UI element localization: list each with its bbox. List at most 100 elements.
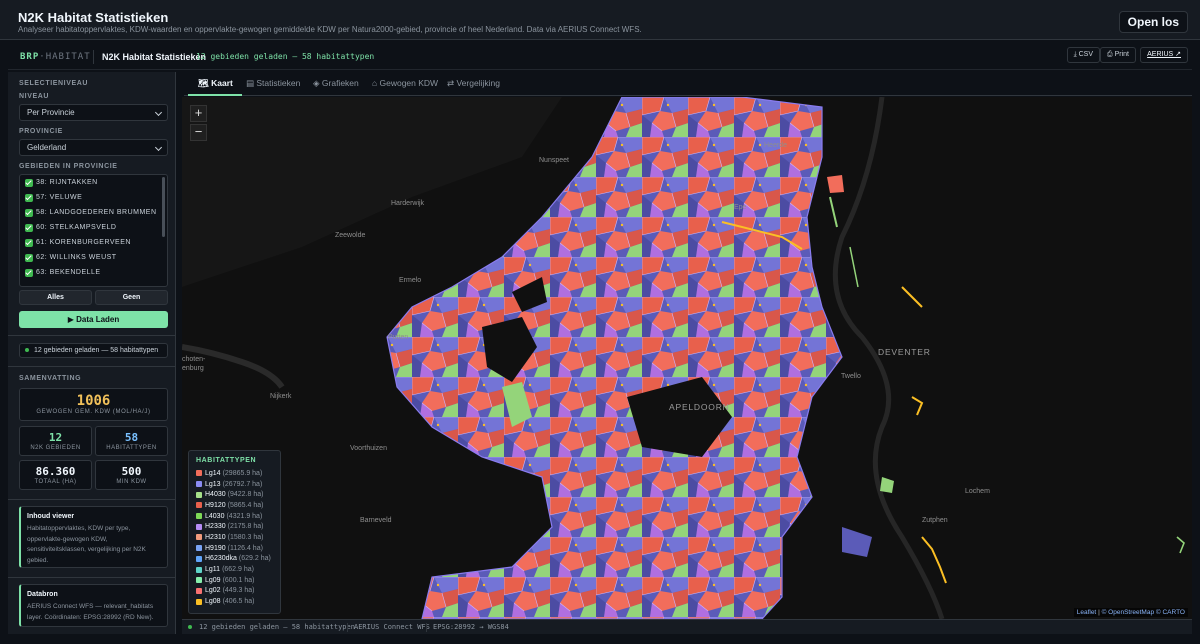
area-item[interactable]: 57: Veluwe <box>20 190 167 205</box>
map-place-label: DEVENTER <box>878 347 931 357</box>
zoom-in-button[interactable]: + <box>190 105 207 122</box>
area-item[interactable]: 63: Bekendelle <box>20 265 167 280</box>
checkbox-checked-icon[interactable] <box>25 223 33 232</box>
status-source: AERIUS Connect WFS <box>354 623 430 631</box>
osm-link[interactable]: © OpenStreetMap <box>1102 609 1154 616</box>
legend-area: (406.5 ha) <box>222 598 255 606</box>
divider <box>8 499 176 500</box>
legend-item: L4030 (4321.9 ha) <box>196 511 273 522</box>
csv-export-button[interactable]: ⤓ CSV <box>1066 47 1100 63</box>
zoom-out-button[interactable]: − <box>190 124 207 141</box>
legend-swatch <box>196 555 202 562</box>
databron-title: Databron <box>27 591 58 598</box>
status-dot-icon <box>188 625 192 629</box>
legend-code: H2330 <box>205 523 226 531</box>
print-button[interactable]: ⎙ Print <box>1100 47 1136 63</box>
status-dot-icon <box>25 348 29 352</box>
provincie-value: Gelderland <box>27 143 67 152</box>
provincie-select[interactable]: Gelderland <box>19 139 168 156</box>
area-item[interactable]: 62: Willinks Weust <box>20 250 167 265</box>
stat-value: 58 <box>124 431 139 444</box>
divider <box>8 335 176 336</box>
select-none-button[interactable]: Geen <box>95 290 168 305</box>
checkbox-checked-icon[interactable] <box>25 178 33 187</box>
leaflet-link[interactable]: Leaflet <box>1077 609 1097 616</box>
carto-link[interactable]: © CARTO <box>1156 609 1185 616</box>
aerius-link[interactable]: AERIUS ↗ <box>1140 47 1188 63</box>
chevron-down-icon <box>154 108 163 117</box>
tab-grafieken[interactable]: ◈ Grafieken <box>313 78 359 89</box>
map-place-label: Heerde <box>764 142 787 149</box>
legend-area: (662.9 ha) <box>222 566 254 574</box>
legend-swatch <box>196 491 202 498</box>
area-item[interactable]: 38: Rijntakken <box>20 175 167 190</box>
stat-value: 86.360 <box>35 465 76 478</box>
legend-code: Lg13 <box>205 480 221 488</box>
app-header: N2K Habitat Statistieken Analyseer habit… <box>0 0 1200 40</box>
status-text: 12 gebieden geladen — 58 habitattypen <box>199 623 355 631</box>
checkbox-checked-icon[interactable] <box>25 238 33 247</box>
info-title: Inhoud viewer <box>27 513 75 520</box>
databron-text: AERIUS Connect WFS — relevant_habitats l… <box>27 603 154 621</box>
checkbox-checked-icon[interactable] <box>25 268 33 277</box>
weighted-kdw-card: 1006 GEWOGEN GEM. KDW (MOL/HA/J) <box>19 388 168 421</box>
legend-swatch <box>196 587 202 594</box>
checklist-scrollbar[interactable] <box>162 177 165 237</box>
map-place-label: Harderwijk <box>391 200 425 207</box>
stat-value: 12 <box>48 431 63 444</box>
legend-swatch <box>196 523 202 530</box>
brand-sub: HABITAT <box>45 52 91 62</box>
area-item[interactable]: 60: Stelkampsveld <box>20 220 167 235</box>
tab-gewogen-kdw[interactable]: ⌂ Gewogen KDW <box>372 78 438 88</box>
stat-card-totaal: 86.360 TOTAAL (HA) <box>19 460 92 490</box>
legend-area: (449.3 ha) <box>222 587 255 595</box>
active-tab-indicator <box>188 94 242 96</box>
stat-card-gebieden: 12 N2K GEBIEDEN <box>19 426 92 456</box>
checkbox-checked-icon[interactable] <box>25 208 33 217</box>
niveau-select[interactable]: Per Provincie <box>19 104 168 121</box>
tab-kaart[interactable]: 🗺 Kaart <box>198 78 233 89</box>
area-item[interactable]: 61: Korenburgerveen <box>20 235 167 250</box>
load-data-button[interactable]: ▶ Data Laden <box>19 311 168 328</box>
legend-area: (600.1 ha) <box>222 576 255 584</box>
divider <box>8 577 176 578</box>
legend-swatch <box>196 470 202 477</box>
legend-items: Lg14 (29865.9 ha) Lg13 (26792.7 ha) H4030 (94… <box>196 468 273 607</box>
checkbox-checked-icon[interactable] <box>25 253 33 262</box>
legend-area: (629.2 ha) <box>238 555 271 563</box>
map-place-label: Putten <box>388 334 409 341</box>
legend-swatch <box>196 577 202 584</box>
legend-swatch <box>196 534 202 541</box>
load-status: 12 gebieden geladen — 58 habitattypen <box>19 343 168 358</box>
databron-info-box: Databron AERIUS Connect WFS — relevant_h… <box>19 584 168 627</box>
legend-area: (29865.9 ha) <box>222 469 263 477</box>
map-canvas[interactable] <box>182 97 1192 619</box>
area-item[interactable]: 58: Landgoederen Brummen <box>20 205 167 220</box>
map-place-label: Ermelo <box>399 277 422 284</box>
area-checklist[interactable]: 38: Rijntakken 57: Veluwe 58: Landgoeder… <box>19 174 168 287</box>
provincie-label: Provincie <box>19 128 63 135</box>
info-text: Habitatoppervlaktes, KDW per type, opper… <box>27 525 146 564</box>
checkbox-checked-icon[interactable] <box>25 193 33 202</box>
legend-item: Lg13 (26792.7 ha) <box>196 479 273 490</box>
map-place-label: Nunspeet <box>539 157 569 164</box>
stat-label: MIN KDW <box>116 479 147 485</box>
stat-card-min-kdw: 500 MIN KDW <box>95 460 168 490</box>
map-place-label: choten- <box>182 356 206 363</box>
weighted-kdw-value: 1006 <box>76 393 111 409</box>
open-standalone-button[interactable]: Open los <box>1118 11 1188 33</box>
tab-vergelijking[interactable]: ⇄ Vergelijking <box>447 78 500 89</box>
legend-item: H2330 (2175.8 ha) <box>196 521 273 532</box>
toolbar-divider <box>93 50 94 64</box>
sidebar: Selectieniveau Niveau Per Provincie Prov… <box>8 72 176 634</box>
stat-value: 500 <box>121 465 142 478</box>
legend-code: H6230dka <box>205 555 237 563</box>
legend-item: H4030 (9422.8 ha) <box>196 489 273 500</box>
habitat-map[interactable]: + − Nunspeet Heerde Harderwijk Epe Zeewo… <box>182 97 1192 619</box>
tab-statistieken[interactable]: ▤ Statistieken <box>246 78 300 89</box>
legend-item: H2310 (1580.3 ha) <box>196 532 273 543</box>
legend-title: HABITATTYPEN <box>196 457 257 464</box>
habitat-patch <box>827 175 844 193</box>
divider <box>8 366 176 367</box>
select-all-button[interactable]: Alles <box>19 290 92 305</box>
